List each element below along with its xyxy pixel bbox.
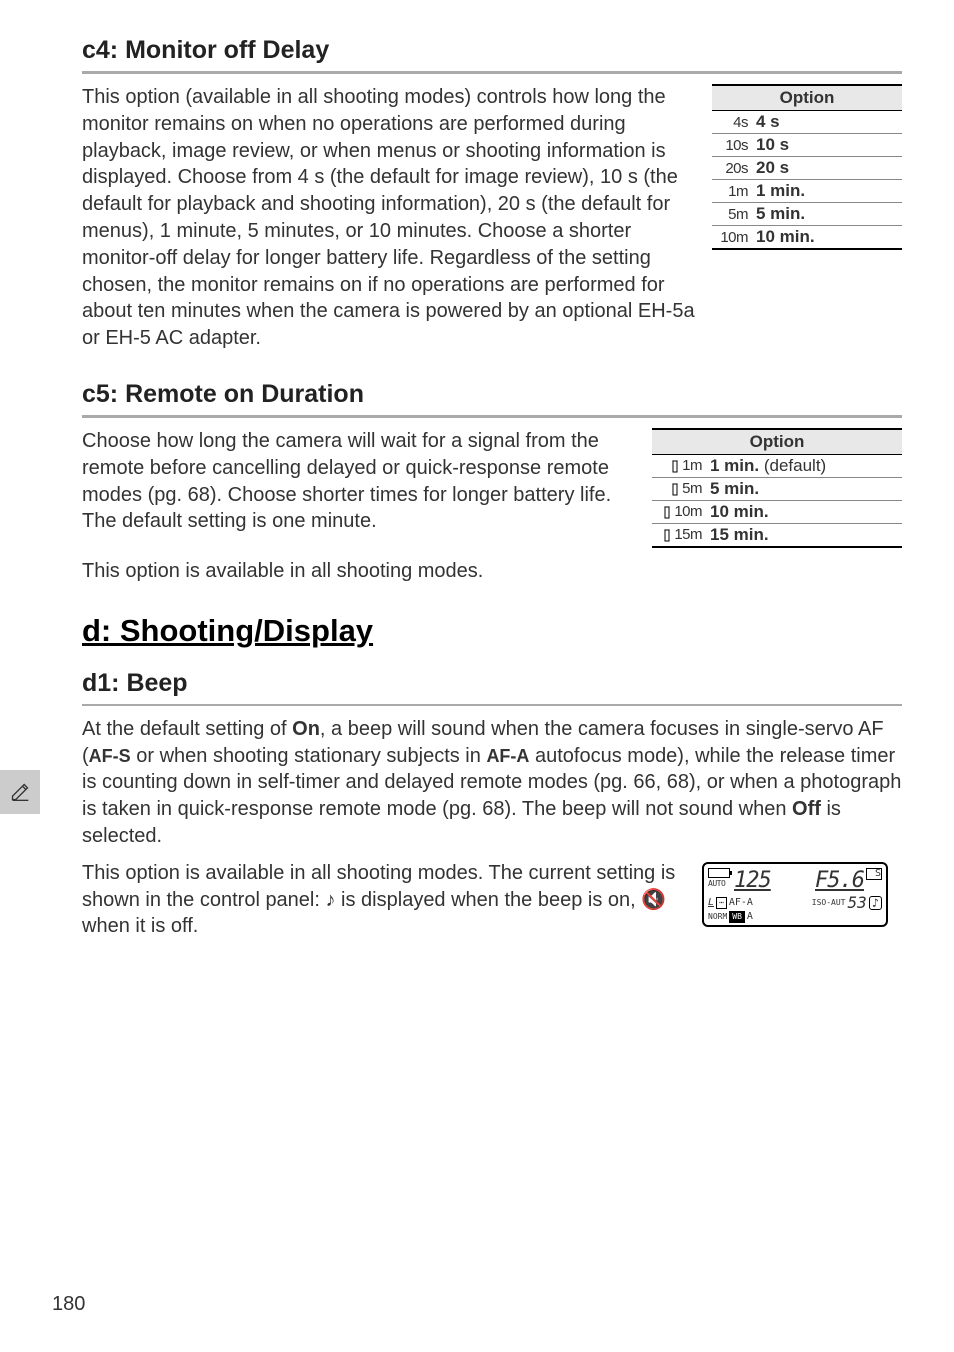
remote-icon <box>662 506 672 520</box>
lcd-l: L <box>708 898 714 908</box>
lcd-afa: AF-A <box>729 898 753 908</box>
lcd-shutter: 125 <box>734 868 771 893</box>
lcd-iso: ISO-AUT <box>812 899 846 907</box>
table-row: 10m10 min. <box>712 226 902 250</box>
mute-icon: 🔇 <box>641 889 666 911</box>
section-c5-remote-on-duration: c5: Remote on Duration Choose how long t… <box>82 380 902 585</box>
music-note-icon: ♪ <box>326 889 336 911</box>
section-rule <box>82 71 902 74</box>
table-c5-header: Option <box>652 429 902 455</box>
afs-label: AF-S <box>89 746 131 766</box>
body-c4: This option (available in all shooting m… <box>82 84 702 352</box>
lcd-aperture: F5.6 <box>815 868 864 893</box>
afa-label: AF-A <box>486 746 529 766</box>
page-number: 180 <box>52 1293 85 1316</box>
lcd-s-indicator: S <box>866 868 882 880</box>
lcd-norm: NORM <box>708 913 727 921</box>
foot-c5: This option is available in all shooting… <box>82 558 902 585</box>
table-c4-header: Option <box>712 85 902 111</box>
table-row: 1m 1 min. (default) <box>652 454 902 477</box>
page-section-tab <box>0 770 40 814</box>
lcd-wb: WB <box>729 911 745 923</box>
heading-d-shooting-display: d: Shooting/Display <box>82 613 902 649</box>
table-c5-options: Option 1m 1 min. (default) 5m 5 min. 10m… <box>652 428 902 548</box>
remote-icon <box>662 529 672 543</box>
lcd-a: A <box>747 912 753 922</box>
pencil-icon <box>10 782 30 802</box>
table-row: 10m 10 min. <box>652 500 902 523</box>
heading-c4: c4: Monitor off Delay <box>82 36 902 65</box>
remote-icon <box>670 460 680 474</box>
lcd-auto: AUTO <box>708 879 734 888</box>
section-d1-beep: d1: Beep At the default setting of On, a… <box>82 669 902 940</box>
heading-d1: d1: Beep <box>82 669 902 698</box>
section-c4-monitor-off-delay: c4: Monitor off Delay This option (avail… <box>82 36 902 352</box>
remote-icon <box>670 483 680 497</box>
heading-c5: c5: Remote on Duration <box>82 380 902 409</box>
body-d1-p1: At the default setting of On, a beep wil… <box>82 716 902 850</box>
body-c5: Choose how long the camera will wait for… <box>82 428 642 535</box>
battery-icon <box>708 868 730 878</box>
table-row: 20s20 s <box>712 157 902 180</box>
lcd-count: 53 <box>848 895 867 911</box>
table-row: 4s4 s <box>712 111 902 134</box>
body-d1-p2: This option is available in all shooting… <box>82 860 692 940</box>
table-row: 1m1 min. <box>712 180 902 203</box>
table-row: 5m 5 min. <box>652 477 902 500</box>
lcd-beep-icon: ♪ <box>869 896 882 910</box>
table-row: 15m 15 min. <box>652 523 902 547</box>
table-row: 5m5 min. <box>712 203 902 226</box>
section-rule <box>82 415 902 418</box>
section-rule <box>82 704 902 706</box>
control-panel-display: AUTO 125 F5.6 S L ⋯ AF-A <box>702 862 888 927</box>
lcd-focus-area-icon: ⋯ <box>716 897 727 909</box>
table-c4-options: Option 4s4 s 10s10 s 20s20 s 1m1 min. 5m… <box>712 84 902 250</box>
table-row: 10s10 s <box>712 134 902 157</box>
